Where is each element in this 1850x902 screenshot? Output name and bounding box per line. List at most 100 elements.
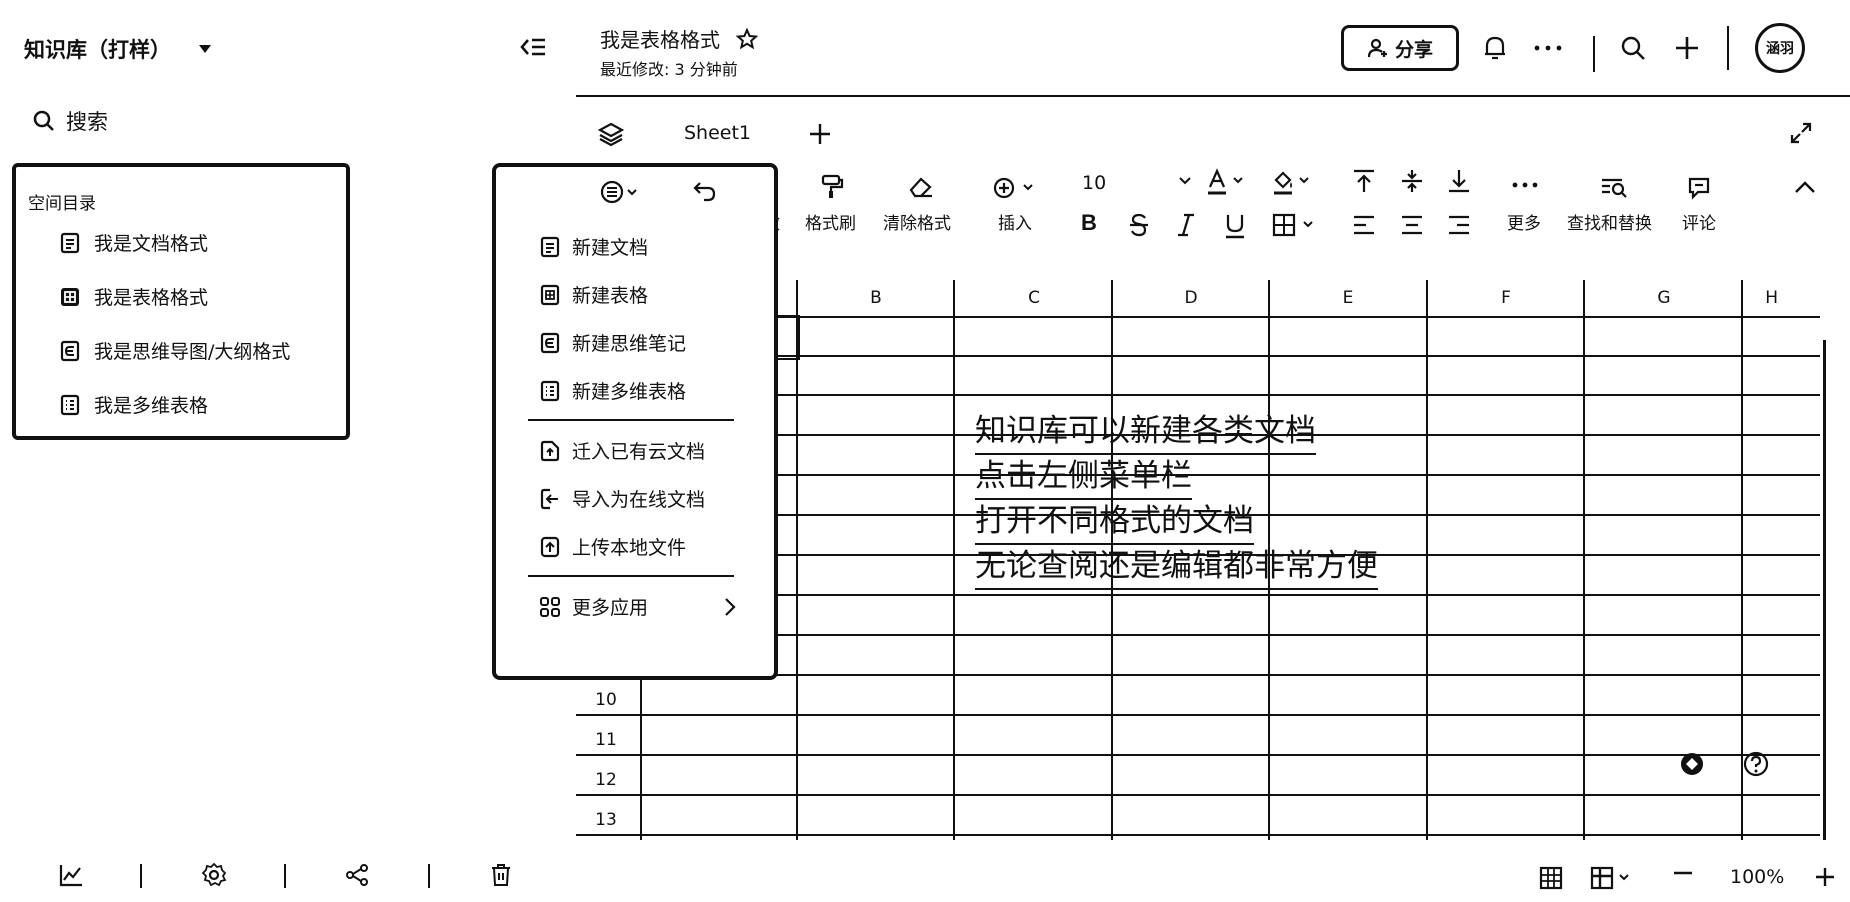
menu-item-upload-local[interactable]: 上传本地文件: [540, 533, 686, 560]
import-icon: [540, 488, 560, 510]
document-title[interactable]: 我是表格格式: [600, 24, 720, 53]
search-icon: [32, 109, 56, 133]
fill-color-icon[interactable]: [1272, 168, 1314, 196]
chart-icon[interactable]: [58, 862, 84, 888]
grid-view-icon[interactable]: [1539, 866, 1563, 890]
menu-item-new-sheet[interactable]: 新建表格: [540, 281, 648, 308]
settings-icon[interactable]: [201, 862, 227, 888]
align-bottom-icon[interactable]: [1447, 168, 1471, 194]
comment-icon[interactable]: [1687, 176, 1711, 200]
menu-item-new-mindnote[interactable]: 新建思维笔记: [540, 329, 686, 356]
grid-line: [576, 834, 1820, 836]
italic-icon[interactable]: [1176, 213, 1196, 237]
bold-button[interactable]: B: [1081, 210, 1097, 236]
add-sheet-icon[interactable]: [808, 122, 832, 146]
menu-item-more-apps[interactable]: 更多应用: [540, 593, 736, 620]
share-icon[interactable]: [344, 862, 370, 888]
cloud-import-icon: [540, 440, 560, 462]
format-painter-icon[interactable]: [820, 174, 844, 200]
insert-icon[interactable]: [993, 176, 1037, 200]
sidebar-item-mindmap[interactable]: 我是思维导图/大纲格式: [60, 337, 290, 364]
help-icon[interactable]: [1742, 750, 1770, 778]
find-replace-icon[interactable]: [1600, 176, 1628, 198]
eraser-icon[interactable]: [908, 175, 934, 199]
row-header-11[interactable]: 11: [576, 730, 636, 750]
share-button[interactable]: 分享: [1341, 25, 1459, 71]
row-header-13[interactable]: 13: [576, 810, 636, 830]
search-icon[interactable]: [1620, 35, 1646, 61]
strikethrough-icon[interactable]: [1128, 213, 1150, 237]
underline-icon[interactable]: [1224, 213, 1246, 239]
column-header-b[interactable]: B: [816, 288, 936, 308]
freeze-view-icon[interactable]: [1590, 866, 1634, 890]
more-icon[interactable]: [1512, 182, 1538, 188]
font-size-select[interactable]: 10: [1082, 172, 1106, 194]
clear-format-label[interactable]: 清除格式: [883, 209, 951, 234]
column-header-e[interactable]: E: [1288, 288, 1408, 308]
share-label: 分享: [1394, 38, 1433, 61]
format-painter-label[interactable]: 格式刷: [805, 209, 856, 234]
menu-item-migrate-cloud-doc[interactable]: 迁入已有云文档: [540, 437, 705, 464]
doc-icon: [540, 236, 560, 258]
last-modified-time: 最近修改: 3 分钟前: [600, 60, 738, 79]
zoom-out-icon[interactable]: [1672, 862, 1694, 884]
knowledge-base-switcher[interactable]: 知识库（打样）: [24, 34, 211, 64]
align-top-icon[interactable]: [1352, 168, 1376, 194]
sidebar-item-sheet[interactable]: 我是表格格式: [60, 283, 208, 310]
avatar[interactable]: 涵羽: [1755, 23, 1805, 73]
collapse-sidebar-icon[interactable]: [520, 36, 546, 58]
menu-item-label: 上传本地文件: [572, 537, 687, 559]
plus-icon[interactable]: [1674, 35, 1700, 61]
trash-icon[interactable]: [489, 862, 513, 888]
tab-sheet1[interactable]: Sheet1: [684, 122, 751, 144]
sidebar-item-bitable[interactable]: 我是多维表格: [60, 391, 208, 418]
doc-icon: [60, 232, 80, 254]
mindmap-icon: [540, 332, 560, 354]
divider: [428, 864, 430, 888]
align-left-icon[interactable]: [1352, 214, 1376, 236]
column-header-f[interactable]: F: [1446, 288, 1566, 308]
zoom-level[interactable]: 100%: [1730, 866, 1784, 888]
sidebar-item-doc[interactable]: 我是文档格式: [60, 229, 208, 256]
find-replace-label[interactable]: 查找和替换: [1567, 209, 1652, 234]
menu-item-label: 新建多维表格: [572, 381, 687, 403]
vertical-scrollbar[interactable]: [1823, 340, 1826, 840]
cell-text-block[interactable]: 知识库可以新建各类文档 点击左侧菜单栏 打开不同格式的文档 无论查阅还是编辑都非…: [975, 410, 1378, 590]
sheet-icon: [540, 284, 560, 306]
sidebar-item-label: 我是表格格式: [94, 287, 209, 309]
column-header-h[interactable]: H: [1698, 288, 1778, 308]
row-header-10[interactable]: 10: [576, 690, 636, 710]
menu-item-new-doc[interactable]: 新建文档: [540, 233, 648, 260]
align-middle-icon[interactable]: [1400, 168, 1424, 194]
zoom-in-icon[interactable]: [1814, 866, 1836, 888]
menu-item-import-online[interactable]: 导入为在线文档: [540, 485, 705, 512]
grid-line: [576, 794, 1820, 796]
more-icon[interactable]: [1534, 45, 1562, 51]
grid-line: [640, 316, 1820, 318]
font-color-icon[interactable]: [1206, 168, 1248, 196]
more-label[interactable]: 更多: [1507, 209, 1541, 234]
ai-assistant-icon[interactable]: [1678, 750, 1706, 778]
list-format-icon[interactable]: [600, 179, 642, 205]
row-header-12[interactable]: 12: [576, 770, 636, 790]
column-header-d[interactable]: D: [1131, 288, 1251, 308]
menu-item-new-bitable[interactable]: 新建多维表格: [540, 377, 686, 404]
expand-icon[interactable]: [1789, 121, 1813, 145]
grid-line: [953, 280, 955, 840]
new-document-menu: 新建文档 新建表格 新建思维笔记 新建多维表格 迁入已有云文档 导入为在线文档 …: [492, 163, 778, 680]
directory-heading: 空间目录: [28, 194, 96, 214]
bell-icon[interactable]: [1482, 34, 1508, 62]
undo-icon[interactable]: [692, 179, 718, 203]
sidebar-search[interactable]: 搜索: [32, 106, 108, 136]
insert-label[interactable]: 插入: [998, 209, 1032, 234]
chevron-down-icon[interactable]: [1178, 176, 1192, 186]
align-center-icon[interactable]: [1400, 214, 1424, 236]
collapse-toolbar-icon[interactable]: [1794, 180, 1816, 194]
layers-icon[interactable]: [598, 121, 624, 147]
align-right-icon[interactable]: [1447, 214, 1471, 236]
user-add-icon: [1367, 37, 1389, 59]
comment-label[interactable]: 评论: [1682, 209, 1716, 234]
border-icon[interactable]: [1272, 213, 1318, 237]
star-icon[interactable]: [736, 27, 758, 50]
column-header-c[interactable]: C: [974, 288, 1094, 308]
